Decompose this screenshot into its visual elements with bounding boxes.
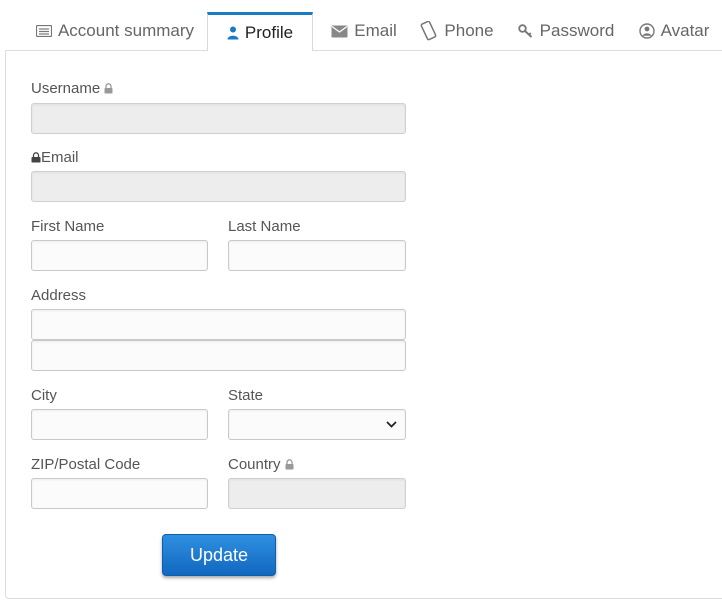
tab-password[interactable]: Password (512, 12, 620, 50)
city-field[interactable] (31, 409, 208, 440)
envelope-icon (331, 25, 348, 38)
address-line2-field[interactable] (31, 340, 406, 371)
address-line1-field[interactable] (31, 309, 406, 340)
key-icon (517, 24, 534, 38)
tab-email[interactable]: Email (326, 12, 402, 50)
lock-icon (31, 152, 41, 163)
zip-field[interactable] (31, 478, 208, 509)
update-button[interactable]: Update (162, 534, 276, 576)
first-name-field[interactable] (31, 240, 208, 271)
profile-tabs: Account summary Profile Email Phone Pass… (0, 0, 722, 51)
email-field (31, 171, 406, 202)
first-name-label: First Name (31, 218, 105, 235)
tab-avatar[interactable]: Avatar (632, 12, 716, 50)
last-name-field[interactable] (228, 240, 406, 271)
address-label: Address (31, 287, 87, 304)
country-field (228, 478, 406, 509)
tab-label: Avatar (660, 21, 710, 40)
tab-label: Password (539, 21, 615, 40)
tab-label: Profile (244, 23, 294, 42)
phone-icon (420, 21, 438, 41)
account-summary-icon (35, 25, 52, 37)
username-label: Username (31, 80, 113, 97)
tab-phone[interactable]: Phone (414, 12, 500, 50)
username-field (31, 103, 406, 134)
tab-account-summary[interactable]: Account summary (26, 12, 204, 50)
email-label-text: Email (41, 149, 79, 166)
city-label: City (31, 387, 57, 404)
country-label-text: Country (228, 456, 281, 473)
country-label: Country (228, 456, 294, 473)
tab-label: Phone (444, 21, 494, 40)
username-label-text: Username (31, 80, 101, 97)
state-label: State (228, 387, 264, 404)
email-label: Email (31, 149, 79, 166)
avatar-icon (638, 23, 655, 39)
state-select[interactable] (228, 409, 406, 440)
tab-profile[interactable]: Profile (207, 12, 313, 51)
zip-label: ZIP/Postal Code (31, 456, 141, 473)
last-name-label: Last Name (228, 218, 301, 235)
chevron-down-icon (386, 421, 397, 428)
tab-label: Email (354, 21, 397, 40)
lock-icon (104, 83, 113, 94)
user-icon (227, 26, 239, 40)
tab-label: Account summary (57, 21, 195, 40)
lock-icon (285, 459, 294, 470)
